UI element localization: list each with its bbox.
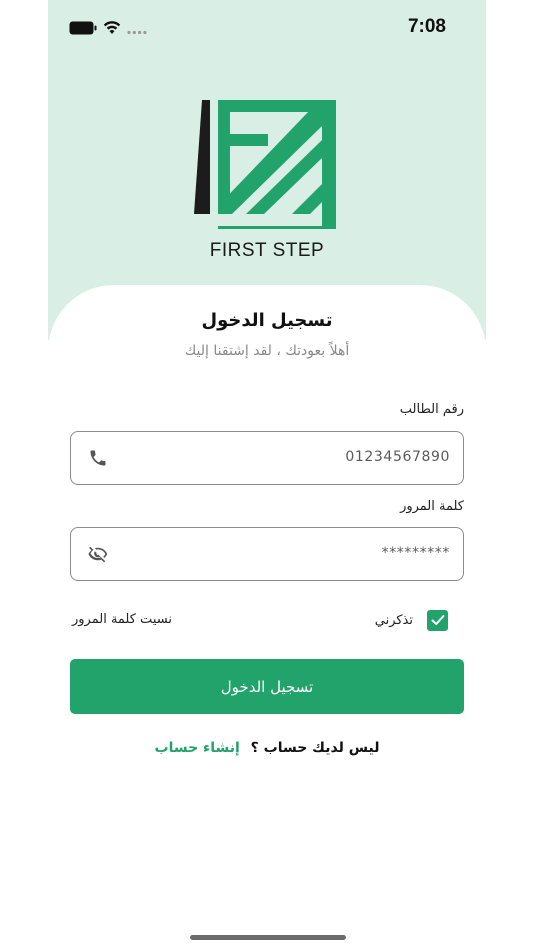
create-account-link[interactable]: إنشاء حساب bbox=[155, 740, 240, 756]
login-button-label: تسجيل الدخول bbox=[220, 677, 314, 696]
home-indicator[interactable] bbox=[190, 935, 346, 940]
remember-me-label: تذكرني bbox=[374, 612, 413, 628]
phone-icon bbox=[90, 450, 106, 466]
brand-name: FIRST STEP bbox=[209, 240, 325, 261]
password-value[interactable]: ********* bbox=[382, 545, 450, 561]
password-label: كلمة المرور bbox=[400, 499, 464, 514]
checkmark-icon bbox=[431, 615, 444, 625]
status-time: 7:08 bbox=[407, 16, 446, 37]
status-bar: 7:08 bbox=[48, 0, 486, 56]
first-step-logo-icon bbox=[194, 100, 336, 229]
student-number-label: رقم الطالب bbox=[399, 402, 464, 417]
login-screen: 7:08 FIRST STEP تسجيل الدخول أهلاً بعودت… bbox=[48, 0, 486, 950]
student-number-field[interactable]: 01234567890 bbox=[70, 431, 464, 485]
page-title: تسجيل الدخول bbox=[201, 310, 333, 331]
no-account-question: ليس لديك حساب ؟ bbox=[250, 740, 380, 756]
student-number-value[interactable]: 01234567890 bbox=[345, 449, 450, 465]
battery-icon bbox=[69, 21, 97, 35]
password-field[interactable]: ********* bbox=[70, 527, 464, 581]
login-button[interactable]: تسجيل الدخول bbox=[70, 659, 464, 714]
forgot-password-link[interactable]: نسيت كلمة المرور bbox=[72, 612, 172, 627]
wifi-icon bbox=[103, 21, 121, 34]
remember-me[interactable]: تذكرني bbox=[375, 609, 448, 631]
signup-row: ليس لديك حساب ؟ إنشاء حساب bbox=[48, 740, 486, 756]
remember-me-checkbox[interactable] bbox=[427, 609, 448, 631]
signal-icon bbox=[127, 30, 147, 35]
eye-off-icon[interactable] bbox=[88, 544, 108, 564]
page-subtitle: أهلاً بعودتك ، لقد إشتقنا إليك bbox=[184, 343, 350, 359]
